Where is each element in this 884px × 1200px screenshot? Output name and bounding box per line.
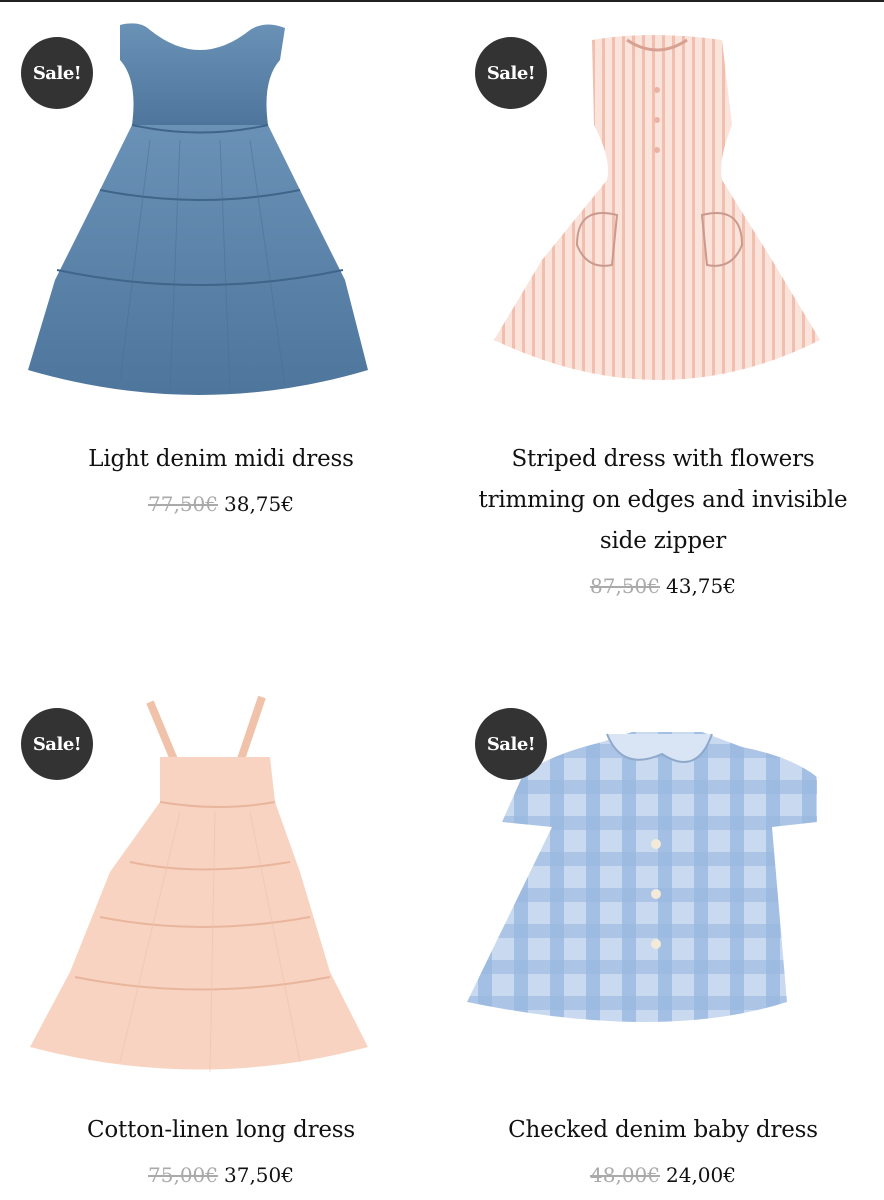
product-image[interactable]: Sale! (0, 0, 442, 420)
sale-badge: Sale! (21, 37, 93, 109)
product-title[interactable]: Light denim midi dress (20, 439, 422, 480)
sale-price: 43,75€ (666, 574, 736, 598)
product-title[interactable]: Checked denim baby dress (462, 1110, 864, 1151)
old-price: 48,00€ (590, 1163, 660, 1187)
old-price: 77,50€ (148, 492, 218, 516)
sale-badge: Sale! (475, 708, 547, 780)
product-card[interactable]: Sale! Striped dress with flowers trimmin… (442, 0, 884, 640)
sale-badge: Sale! (21, 708, 93, 780)
product-card[interactable]: Sale! Light denim midi dress 77,50€ 38,75… (0, 0, 442, 600)
old-price: 75,00€ (148, 1163, 218, 1187)
product-price: 77,50€ 38,75€ (0, 492, 442, 516)
product-image[interactable]: Sale! (442, 672, 884, 1092)
product-card[interactable]: Sale! Checked denim baby dress 48,00€ 24,… (442, 672, 884, 1200)
product-image[interactable]: Sale! (442, 0, 884, 420)
old-price: 87,50€ (590, 574, 660, 598)
sale-price: 38,75€ (224, 492, 294, 516)
product-image[interactable]: Sale! (0, 672, 442, 1092)
product-card[interactable]: Sale! Cotton-linen long dress 75,00€ 37,5… (0, 672, 442, 1200)
product-price: 48,00€ 24,00€ (442, 1163, 884, 1187)
sale-badge: Sale! (475, 37, 547, 109)
sale-price: 24,00€ (666, 1163, 736, 1187)
product-price: 75,00€ 37,50€ (0, 1163, 442, 1187)
product-title[interactable]: Striped dress with flowers trimming on e… (462, 439, 864, 562)
sale-price: 37,50€ (224, 1163, 294, 1187)
product-title[interactable]: Cotton-linen long dress (20, 1110, 422, 1151)
product-price: 87,50€ 43,75€ (442, 574, 884, 598)
